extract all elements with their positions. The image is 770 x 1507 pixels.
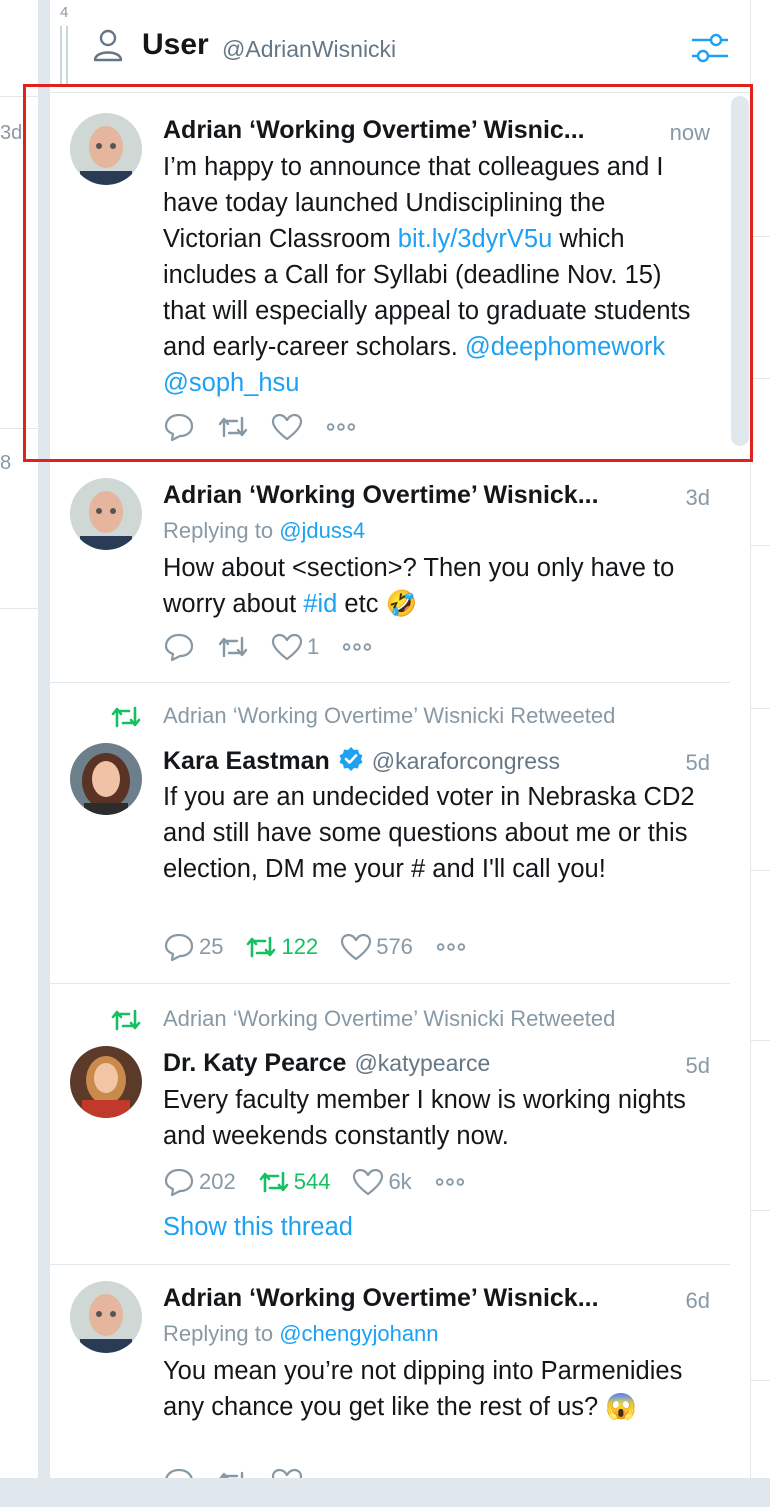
tweet-text: You mean you’re not dipping into Parmeni… xyxy=(163,1357,683,1421)
divider xyxy=(751,545,770,546)
column-number: 4 xyxy=(60,4,69,21)
author-name[interactable]: Adrian ‘Working Overtime’ Wisnick... xyxy=(163,481,668,510)
adjacent-column-right xyxy=(750,0,770,1478)
tweet-actions: 202 544 6k xyxy=(163,1165,488,1199)
more-button[interactable] xyxy=(341,632,373,662)
tweet-actions xyxy=(163,1465,325,1478)
column-title: User xyxy=(142,28,209,61)
tweet-text: How about <section>? Then you only have … xyxy=(163,554,675,618)
tweet-text: Every faculty member I know is working n… xyxy=(163,1086,686,1150)
author-name[interactable]: Kara Eastman @karaforcongress xyxy=(163,746,663,776)
retweet-icon xyxy=(259,1171,289,1193)
divider xyxy=(751,708,770,709)
retweeted-icon xyxy=(111,1009,141,1031)
retweet-icon xyxy=(218,636,248,658)
hashtag-link[interactable]: #id xyxy=(303,590,337,618)
show-thread-link[interactable]: Show this thread xyxy=(163,1213,353,1242)
avatar[interactable] xyxy=(70,1046,142,1118)
divider xyxy=(751,1380,770,1381)
mention-link[interactable]: @chengyjohann xyxy=(279,1321,438,1346)
more-icon xyxy=(435,1178,464,1186)
divider xyxy=(751,1040,770,1041)
reply-count: 25 xyxy=(199,934,224,959)
retweet-button[interactable]: 122 xyxy=(245,932,318,962)
more-button[interactable] xyxy=(435,932,467,962)
tweet-item[interactable]: Adrian ‘Working Overtime’ Wisnick... 3d … xyxy=(50,462,730,683)
reply-icon xyxy=(164,1168,194,1197)
like-count: 576 xyxy=(376,934,413,959)
drag-handle[interactable] xyxy=(60,26,68,86)
heart-icon xyxy=(341,933,372,961)
retweet-icon xyxy=(219,1471,244,1478)
like-count: 6k xyxy=(388,1169,412,1194)
author-name[interactable]: Dr. Katy Pearce @katypearce xyxy=(163,1049,663,1078)
avatar[interactable] xyxy=(70,1281,142,1353)
column-handle: @AdrianWisnicki xyxy=(222,36,397,62)
divider xyxy=(751,1210,770,1211)
reply-icon xyxy=(164,633,194,662)
like-button[interactable]: 576 xyxy=(340,932,413,962)
tweet-time[interactable]: 6d xyxy=(686,1288,710,1314)
verified-badge-icon xyxy=(339,747,363,771)
tweet-actions: 25 122 576 xyxy=(163,930,489,964)
tweet-text: If you are an undecided voter in Nebrask… xyxy=(163,783,695,883)
divider xyxy=(0,608,38,609)
like-button[interactable]: 1 xyxy=(271,632,319,662)
reply-button[interactable] xyxy=(163,1467,195,1478)
more-icon xyxy=(436,943,466,951)
heart-icon xyxy=(271,1468,303,1478)
reply-icon xyxy=(164,933,194,962)
reply-button[interactable] xyxy=(163,632,195,662)
reply-button[interactable]: 202 xyxy=(163,1167,236,1197)
divider xyxy=(751,870,770,871)
replying-to: Replying to @jduss4 xyxy=(163,518,366,543)
more-button[interactable] xyxy=(434,1167,466,1197)
like-button[interactable]: 6k xyxy=(352,1167,412,1197)
reply-button[interactable]: 25 xyxy=(163,932,223,962)
retweet-button[interactable] xyxy=(217,632,249,662)
author-handle: @katypearce xyxy=(354,1050,491,1076)
timestamp-fragment: 3d xyxy=(0,122,23,144)
filter-settings-icon[interactable] xyxy=(690,30,730,66)
reply-icon xyxy=(165,1468,193,1478)
retweet-count: 544 xyxy=(293,1169,331,1194)
like-count: 1 xyxy=(307,634,320,659)
mention-link[interactable]: @jduss4 xyxy=(279,518,365,543)
avatar[interactable] xyxy=(70,478,142,550)
tweet-actions: 1 xyxy=(163,630,395,664)
divider xyxy=(751,236,770,237)
like-button[interactable] xyxy=(271,1467,303,1478)
reply-count: 202 xyxy=(199,1169,236,1194)
retweeted-by[interactable]: Adrian ‘Working Overtime’ Wisnicki Retwe… xyxy=(163,703,615,729)
more-icon xyxy=(343,643,372,651)
avatar[interactable] xyxy=(70,743,142,815)
retweet-button[interactable] xyxy=(217,1467,249,1478)
retweet-button[interactable]: 544 xyxy=(258,1167,331,1197)
heart-icon xyxy=(271,633,303,661)
bottom-bar xyxy=(0,1478,770,1507)
tweet-item[interactable]: Adrian ‘Working Overtime’ Wisnicki Retwe… xyxy=(50,683,730,984)
heart-icon xyxy=(353,1168,384,1196)
tweet-time[interactable]: 3d xyxy=(686,485,710,511)
tweet-time[interactable]: 5d xyxy=(686,1053,710,1079)
divider xyxy=(751,378,770,379)
selection-highlight xyxy=(23,84,753,462)
retweet-count: 122 xyxy=(281,934,319,959)
timestamp-fragment: 8 xyxy=(0,452,12,474)
author-name[interactable]: Adrian ‘Working Overtime’ Wisnick... xyxy=(163,1284,668,1313)
column-header: 4 User @AdrianWisnicki xyxy=(50,0,750,93)
retweet-icon xyxy=(247,936,276,958)
retweeted-by[interactable]: Adrian ‘Working Overtime’ Wisnicki Retwe… xyxy=(163,1006,615,1032)
retweeted-icon xyxy=(111,706,141,728)
tweet-time[interactable]: 5d xyxy=(686,750,710,776)
author-handle: @karaforcongress xyxy=(371,748,561,774)
replying-to: Replying to @chengyjohann xyxy=(163,1321,439,1346)
user-icon xyxy=(93,29,123,62)
tweet-item[interactable]: Adrian ‘Working Overtime’ Wisnicki Retwe… xyxy=(50,984,730,1265)
tweet-item[interactable]: Adrian ‘Working Overtime’ Wisnick... 6d … xyxy=(50,1265,730,1478)
